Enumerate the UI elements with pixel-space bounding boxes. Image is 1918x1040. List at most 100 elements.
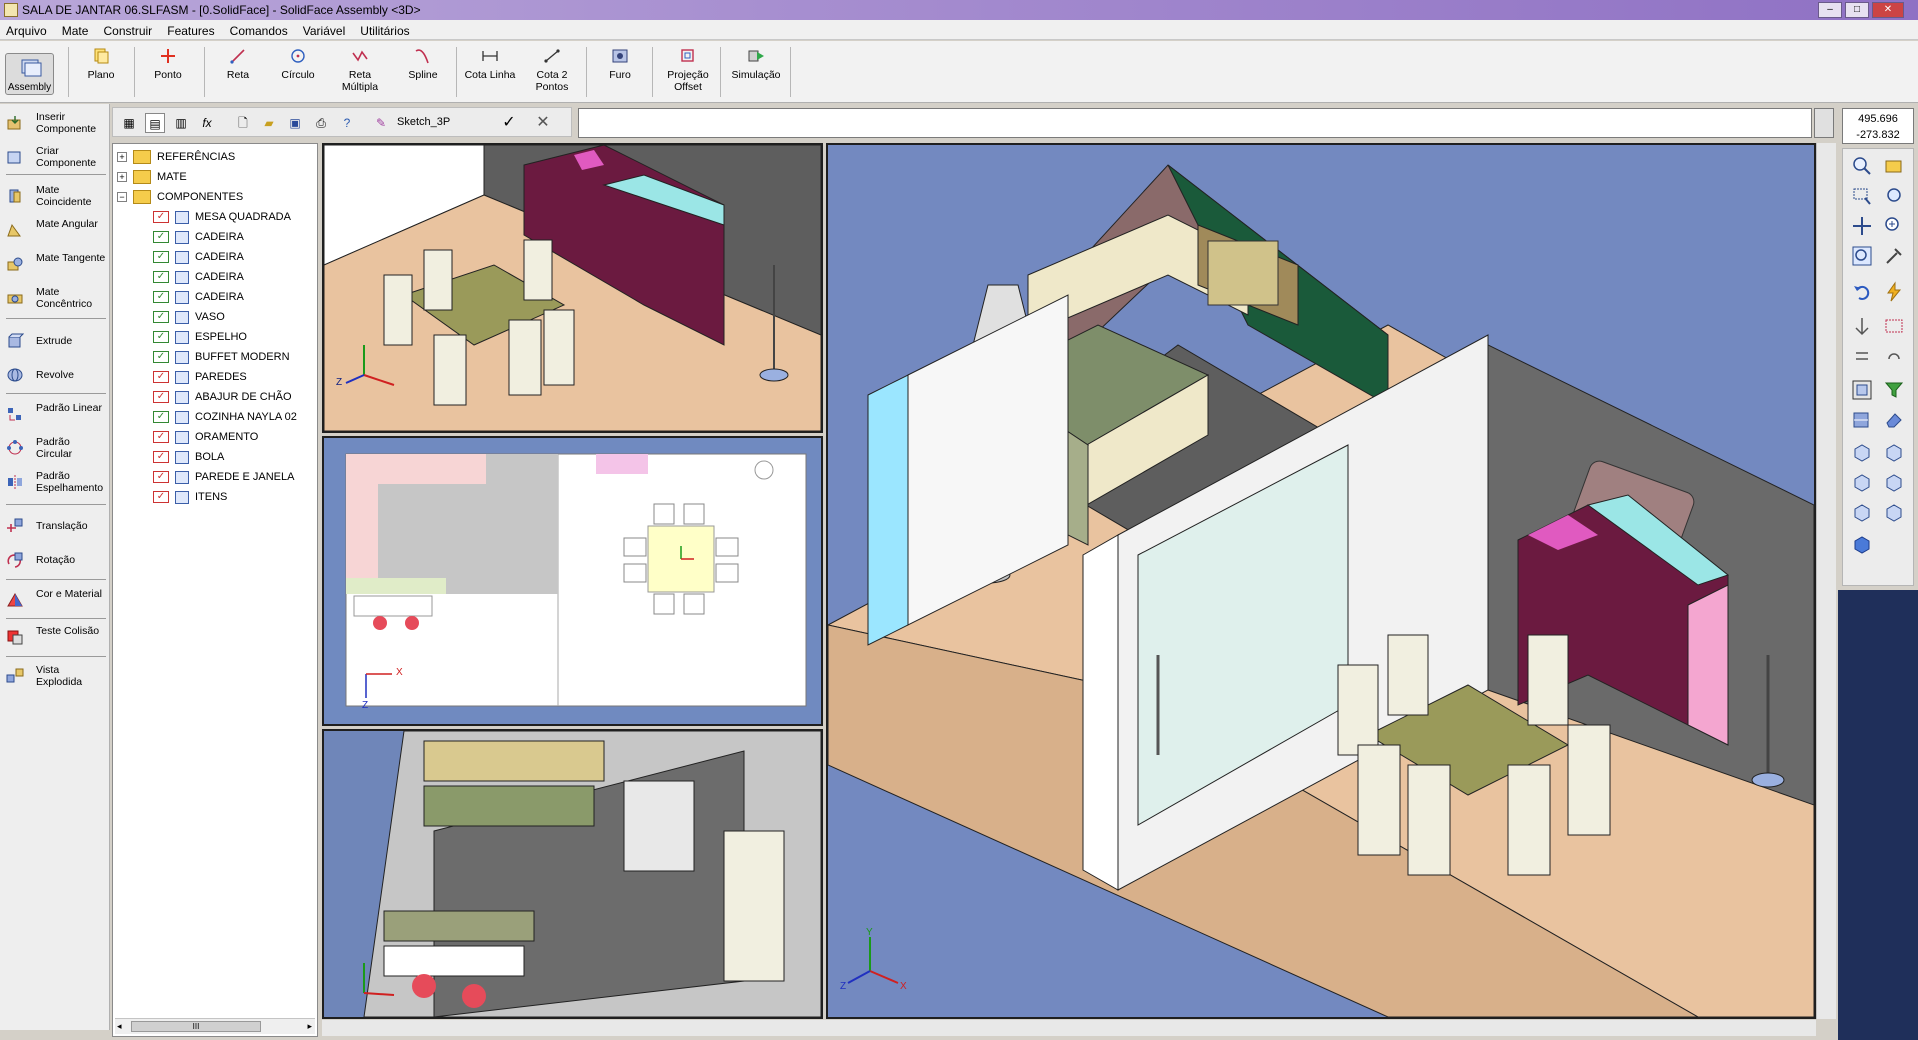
tree-node-component[interactable]: ✓ MESA QUADRADA <box>153 208 313 226</box>
viewport-top-left[interactable]: Z <box>322 143 823 433</box>
translation-button[interactable]: Translação <box>4 511 106 541</box>
properties-icon[interactable]: ▤ <box>145 113 165 133</box>
filter-icon[interactable] <box>1883 379 1905 401</box>
new-file-icon[interactable]: 🗋 <box>233 113 253 133</box>
visibility-checkbox[interactable]: ✓ <box>153 271 169 283</box>
tree-node-component[interactable]: ✓ ABAJUR DE CHÃO <box>153 388 313 406</box>
zoom-dynamic-icon[interactable] <box>1883 185 1905 207</box>
visibility-checkbox[interactable]: ✓ <box>153 411 169 423</box>
expand-icon[interactable]: + <box>117 152 127 162</box>
visibility-checkbox[interactable]: ✓ <box>153 291 169 303</box>
menu-features[interactable]: Features <box>161 20 220 40</box>
view-top-icon[interactable] <box>1851 501 1873 523</box>
open-folder-icon[interactable] <box>1883 155 1905 177</box>
undo-icon[interactable] <box>1851 281 1873 303</box>
command-input-scrollbar[interactable] <box>1814 108 1834 138</box>
visibility-checkbox[interactable]: ✓ <box>153 211 169 223</box>
viewport-bottom-left[interactable] <box>322 729 823 1019</box>
mate-tangent-button[interactable]: Mate Tangente <box>4 249 106 279</box>
zoom-in-icon[interactable] <box>1851 155 1873 177</box>
pan-icon[interactable] <box>1851 215 1873 237</box>
layers-icon[interactable]: ▥ <box>171 113 191 133</box>
view-back-icon[interactable] <box>1883 441 1905 463</box>
exploded-view-button[interactable]: Vista Explodida <box>4 661 106 691</box>
zoom-window-icon[interactable] <box>1851 185 1873 207</box>
viewport-main[interactable]: Y X Z <box>826 143 1816 1019</box>
tools-icon[interactable] <box>1883 245 1905 267</box>
visibility-checkbox[interactable]: ✓ <box>153 451 169 463</box>
visibility-checkbox[interactable]: ✓ <box>153 311 169 323</box>
formula-icon[interactable]: fx <box>197 113 217 133</box>
scroll-right-icon[interactable]: ▸ <box>307 1021 312 1032</box>
visibility-checkbox[interactable]: ✓ <box>153 231 169 243</box>
assembly-button[interactable]: Assembly <box>5 53 54 95</box>
view-front-icon[interactable] <box>1851 441 1873 463</box>
tree-node-component[interactable]: ✓ CADEIRA <box>153 268 313 286</box>
tree-node-components[interactable]: − COMPONENTES <box>117 188 307 206</box>
view-cube-icon[interactable] <box>1851 379 1873 401</box>
scroll-left-icon[interactable]: ◂ <box>117 1021 122 1032</box>
viewport-plan[interactable]: X Z <box>322 436 823 726</box>
visibility-checkbox[interactable]: ✓ <box>153 251 169 263</box>
visibility-checkbox[interactable]: ✓ <box>153 391 169 403</box>
save-icon[interactable]: ▣ <box>285 113 305 133</box>
menu-variavel[interactable]: Variável <box>297 20 351 40</box>
extrude-button[interactable]: Extrude <box>4 326 106 356</box>
open-file-icon[interactable]: ▰ <box>259 113 279 133</box>
tree-node-component[interactable]: ✓ COZINHA NAYLA 02 <box>153 408 313 426</box>
mate-concentric-button[interactable]: Mate Concêntrico <box>4 283 106 313</box>
view-left-icon[interactable] <box>1851 471 1873 493</box>
point-button[interactable]: Ponto <box>138 45 198 101</box>
simulation-button[interactable]: Simulação <box>726 45 786 101</box>
circle-button[interactable]: Círculo <box>268 45 328 101</box>
tree-node-component[interactable]: ✓ CADEIRA <box>153 288 313 306</box>
maximize-button[interactable]: □ <box>1845 2 1869 18</box>
collision-test-button[interactable]: Teste Colisão <box>4 622 106 652</box>
scroll-thumb[interactable]: III <box>131 1021 261 1032</box>
mate-coincident-button[interactable]: Mate Coincidente <box>4 181 106 211</box>
revolve-button[interactable]: Revolve <box>4 360 106 390</box>
menu-comandos[interactable]: Comandos <box>224 20 294 40</box>
create-component-button[interactable]: Criar Componente <box>4 142 106 172</box>
tree-node-component[interactable]: ✓ ORAMENTO <box>153 428 313 446</box>
confirm-icon[interactable]: ✓ <box>499 113 519 133</box>
viewport-horizontal-scrollbar[interactable] <box>322 1020 1816 1036</box>
print-icon[interactable]: ⎙ <box>311 113 331 133</box>
tree-node-component[interactable]: ✓ PAREDE E JANELA <box>153 468 313 486</box>
cancel-icon[interactable]: ✕ <box>533 113 553 133</box>
tree-node-component[interactable]: ✓ BUFFET MODERN <box>153 348 313 366</box>
dimension-line-button[interactable]: Cota Linha <box>460 45 520 101</box>
tree-node-component[interactable]: ✓ PAREDES <box>153 368 313 386</box>
menu-arquivo[interactable]: Arquivo <box>0 20 53 40</box>
spline-button[interactable]: Spline <box>393 45 453 101</box>
collapse-icon[interactable]: − <box>117 192 127 202</box>
tree-node-component[interactable]: ✓ CADEIRA <box>153 248 313 266</box>
offset-projection-button[interactable]: Projeção Offset <box>658 45 718 101</box>
menu-construir[interactable]: Construir <box>98 20 159 40</box>
plane-button[interactable]: Plano <box>71 45 131 101</box>
mirror-pattern-button[interactable]: Padrão Espelhamento <box>4 467 106 497</box>
visibility-checkbox[interactable]: ✓ <box>153 371 169 383</box>
visibility-checkbox[interactable]: ✓ <box>153 331 169 343</box>
viewport-vertical-scrollbar[interactable] <box>1816 143 1836 1019</box>
menu-mate[interactable]: Mate <box>56 20 95 40</box>
view-bottom-icon[interactable] <box>1883 501 1905 523</box>
color-material-button[interactable]: Cor e Material <box>4 585 106 615</box>
sketch-edit-icon[interactable]: ✎ <box>371 113 391 133</box>
linear-pattern-button[interactable]: Padrão Linear <box>4 399 106 429</box>
visibility-checkbox[interactable]: ✓ <box>153 491 169 503</box>
select-box-icon[interactable] <box>1883 315 1905 337</box>
tree-node-component[interactable]: ✓ ITENS <box>153 488 313 506</box>
help-icon[interactable]: ? <box>337 113 357 133</box>
tree-node-references[interactable]: + REFERÊNCIAS <box>117 148 307 166</box>
zoom-fit-icon[interactable] <box>1851 245 1873 267</box>
close-button[interactable]: ✕ <box>1872 2 1904 18</box>
tree-horizontal-scrollbar[interactable]: ◂ III ▸ <box>115 1018 315 1034</box>
visibility-checkbox[interactable]: ✓ <box>153 351 169 363</box>
mate-angular-button[interactable]: Mate Angular <box>4 215 106 245</box>
tree-node-component[interactable]: ✓ CADEIRA <box>153 228 313 246</box>
eraser-icon[interactable] <box>1883 409 1905 431</box>
rotate-view-icon[interactable] <box>1851 315 1873 337</box>
section-view-icon[interactable] <box>1851 409 1873 431</box>
swap-icon[interactable] <box>1851 345 1873 367</box>
